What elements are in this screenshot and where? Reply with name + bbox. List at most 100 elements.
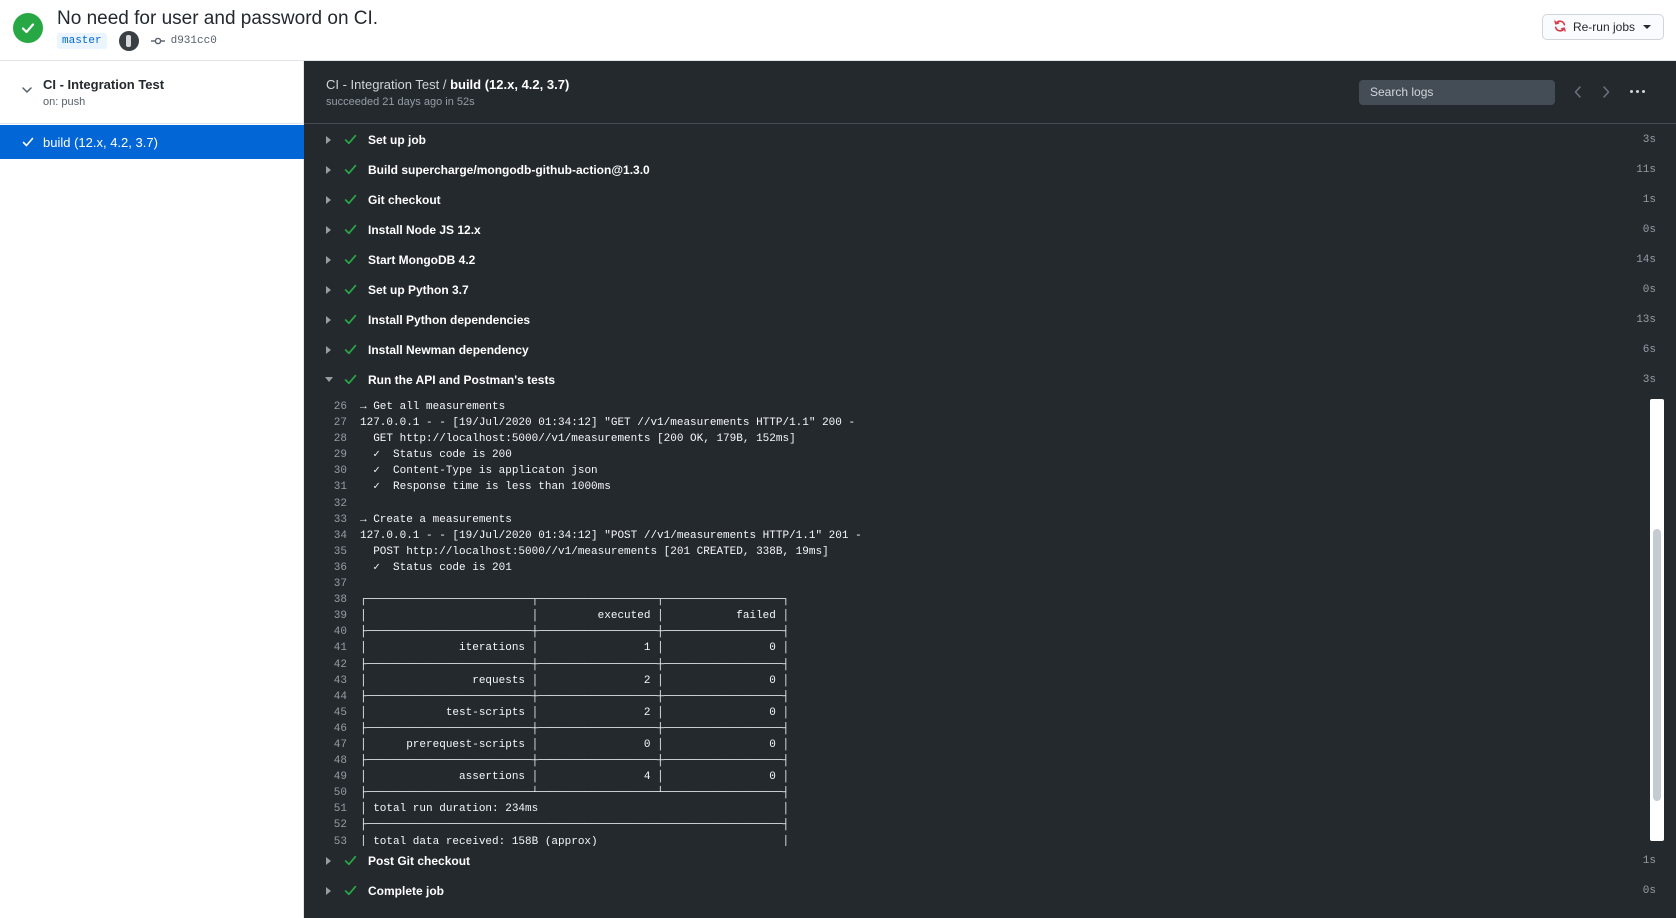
commit-sha[interactable]: d931cc0 bbox=[171, 35, 217, 47]
line-number[interactable]: 39 bbox=[304, 608, 360, 624]
log-line: 46 ├─────────────────────────┼───────────… bbox=[304, 721, 1676, 737]
sidebar-item-build-job[interactable]: build (12.x, 4.2, 3.7) bbox=[0, 125, 304, 159]
step-row[interactable]: Start MongoDB 4.2 14s bbox=[304, 245, 1676, 275]
line-number[interactable]: 51 bbox=[304, 801, 360, 817]
line-text: ✓ Response time is less than 1000ms bbox=[360, 481, 611, 494]
step-row[interactable]: Set up Python 3.7 0s bbox=[304, 275, 1676, 305]
line-number[interactable]: 46 bbox=[304, 721, 360, 737]
line-number[interactable]: 37 bbox=[304, 576, 360, 592]
line-number[interactable]: 30 bbox=[304, 463, 360, 479]
line-number[interactable]: 53 bbox=[304, 834, 360, 846]
workflow-header[interactable]: CI - Integration Test on: push bbox=[0, 61, 303, 124]
sync-icon bbox=[1553, 19, 1567, 36]
rerun-jobs-button[interactable]: Re-run jobs bbox=[1541, 14, 1664, 40]
step-name: Complete job bbox=[368, 884, 445, 898]
line-text: ┌─────────────────────────┬─────────────… bbox=[360, 594, 790, 607]
step-duration: 6s bbox=[1642, 344, 1656, 356]
log-line: 53 │ total data received: 158B (approx) │ bbox=[304, 834, 1676, 846]
triangle-right-icon bbox=[326, 196, 331, 204]
line-number[interactable]: 36 bbox=[304, 560, 360, 576]
check-icon bbox=[344, 343, 357, 361]
line-number[interactable]: 45 bbox=[304, 705, 360, 721]
line-text: → Create a measurements bbox=[360, 513, 512, 526]
line-number[interactable]: 28 bbox=[304, 431, 360, 447]
line-number[interactable]: 33 bbox=[304, 512, 360, 528]
step-row[interactable]: Set up job 3s bbox=[304, 125, 1676, 155]
step-row[interactable]: Post Git checkout 1s bbox=[304, 846, 1676, 876]
line-number[interactable]: 41 bbox=[304, 640, 360, 656]
step-row[interactable]: Install Python dependencies 13s bbox=[304, 305, 1676, 335]
step-name: Set up job bbox=[368, 133, 426, 147]
branch-label[interactable]: master bbox=[57, 33, 107, 49]
line-number[interactable]: 50 bbox=[304, 785, 360, 801]
line-text: ├─────────────────────────┼─────────────… bbox=[360, 690, 790, 703]
chevron-down-icon[interactable] bbox=[22, 81, 32, 99]
line-number[interactable]: 34 bbox=[304, 528, 360, 544]
triangle-right-icon bbox=[326, 346, 331, 354]
check-icon bbox=[344, 193, 357, 211]
log-line: 39 │ │ executed │ failed │ bbox=[304, 608, 1676, 624]
check-icon bbox=[344, 163, 357, 181]
check-icon bbox=[344, 283, 357, 301]
log-output: 26 → Get all measurements 27 127.0.0.1 - - … bbox=[304, 395, 1676, 846]
workflow-crumb[interactable]: CI - Integration Test / bbox=[326, 77, 446, 92]
job-status-text: succeeded 21 days ago in 52s bbox=[326, 96, 475, 108]
line-number[interactable]: 43 bbox=[304, 673, 360, 689]
line-number[interactable]: 48 bbox=[304, 753, 360, 769]
step-duration: 3s bbox=[1642, 134, 1656, 146]
line-text: POST http://localhost:5000//v1/measureme… bbox=[360, 545, 829, 558]
line-number[interactable]: 47 bbox=[304, 737, 360, 753]
check-icon bbox=[344, 313, 357, 331]
line-number[interactable]: 44 bbox=[304, 689, 360, 705]
line-text: │ requests │ 2 │ 0 │ bbox=[360, 674, 790, 687]
avatar[interactable] bbox=[118, 31, 139, 51]
step-row[interactable]: Install Newman dependency 6s bbox=[304, 335, 1676, 365]
step-row[interactable]: Build supercharge/mongodb-github-action@… bbox=[304, 155, 1676, 185]
line-number[interactable]: 49 bbox=[304, 769, 360, 785]
step-row[interactable]: Complete job 0s bbox=[304, 876, 1676, 906]
job-log-panel: CI - Integration Test / build (12.x, 4.2… bbox=[304, 61, 1676, 918]
rerun-jobs-label: Re-run jobs bbox=[1572, 20, 1635, 34]
triangle-right-icon bbox=[326, 286, 331, 294]
step-row[interactable]: Git checkout 1s bbox=[304, 185, 1676, 215]
step-row-expanded[interactable]: Run the API and Postman's tests 3s bbox=[304, 365, 1676, 395]
line-number[interactable]: 40 bbox=[304, 624, 360, 640]
kebab-menu-icon[interactable] bbox=[1630, 90, 1645, 93]
line-number[interactable]: 32 bbox=[304, 496, 360, 512]
log-line: 34 127.0.0.1 - - [19/Jul/2020 01:34:12] "… bbox=[304, 528, 1676, 544]
log-scrollbar[interactable] bbox=[1650, 399, 1664, 841]
triangle-right-icon bbox=[326, 857, 331, 865]
line-number[interactable]: 29 bbox=[304, 447, 360, 463]
line-number[interactable]: 26 bbox=[304, 399, 360, 415]
chevron-right-icon[interactable] bbox=[1602, 85, 1610, 103]
line-text: │ prerequest-scripts │ 0 │ 0 │ bbox=[360, 738, 790, 751]
line-number[interactable]: 27 bbox=[304, 415, 360, 431]
log-line: 41 │ iterations │ 1 │ 0 │ bbox=[304, 640, 1676, 656]
line-number[interactable]: 52 bbox=[304, 817, 360, 833]
step-duration: 13s bbox=[1636, 314, 1656, 326]
scrollbar-thumb[interactable] bbox=[1653, 529, 1661, 801]
check-icon bbox=[344, 133, 357, 151]
triangle-right-icon bbox=[326, 166, 331, 174]
step-name: Build supercharge/mongodb-github-action@… bbox=[368, 163, 650, 177]
log-line: 40 ├─────────────────────────┼───────────… bbox=[304, 624, 1676, 640]
check-icon bbox=[344, 373, 357, 391]
line-number[interactable]: 42 bbox=[304, 657, 360, 673]
line-text: │ test-scripts │ 2 │ 0 │ bbox=[360, 706, 790, 719]
chevron-left-icon[interactable] bbox=[1574, 85, 1582, 103]
log-line: 27 127.0.0.1 - - [19/Jul/2020 01:34:12] "… bbox=[304, 415, 1676, 431]
workflow-sidebar: CI - Integration Test on: push build (12… bbox=[0, 61, 304, 918]
log-line: 48 ├─────────────────────────┼───────────… bbox=[304, 753, 1676, 769]
search-logs-input[interactable]: Search logs bbox=[1359, 80, 1555, 105]
line-number[interactable]: 38 bbox=[304, 592, 360, 608]
line-text: │ │ executed │ failed │ bbox=[360, 610, 790, 623]
line-number[interactable]: 31 bbox=[304, 479, 360, 495]
log-line: 32 bbox=[304, 496, 1676, 512]
line-text: │ iterations │ 1 │ 0 │ bbox=[360, 642, 790, 655]
line-text: ├─────────────────────────┼─────────────… bbox=[360, 658, 790, 671]
log-line: 30 ✓ Content-Type is applicaton json bbox=[304, 463, 1676, 479]
log-line: 38 ┌─────────────────────────┬───────────… bbox=[304, 592, 1676, 608]
check-icon bbox=[344, 253, 357, 271]
line-number[interactable]: 35 bbox=[304, 544, 360, 560]
step-row[interactable]: Install Node JS 12.x 0s bbox=[304, 215, 1676, 245]
